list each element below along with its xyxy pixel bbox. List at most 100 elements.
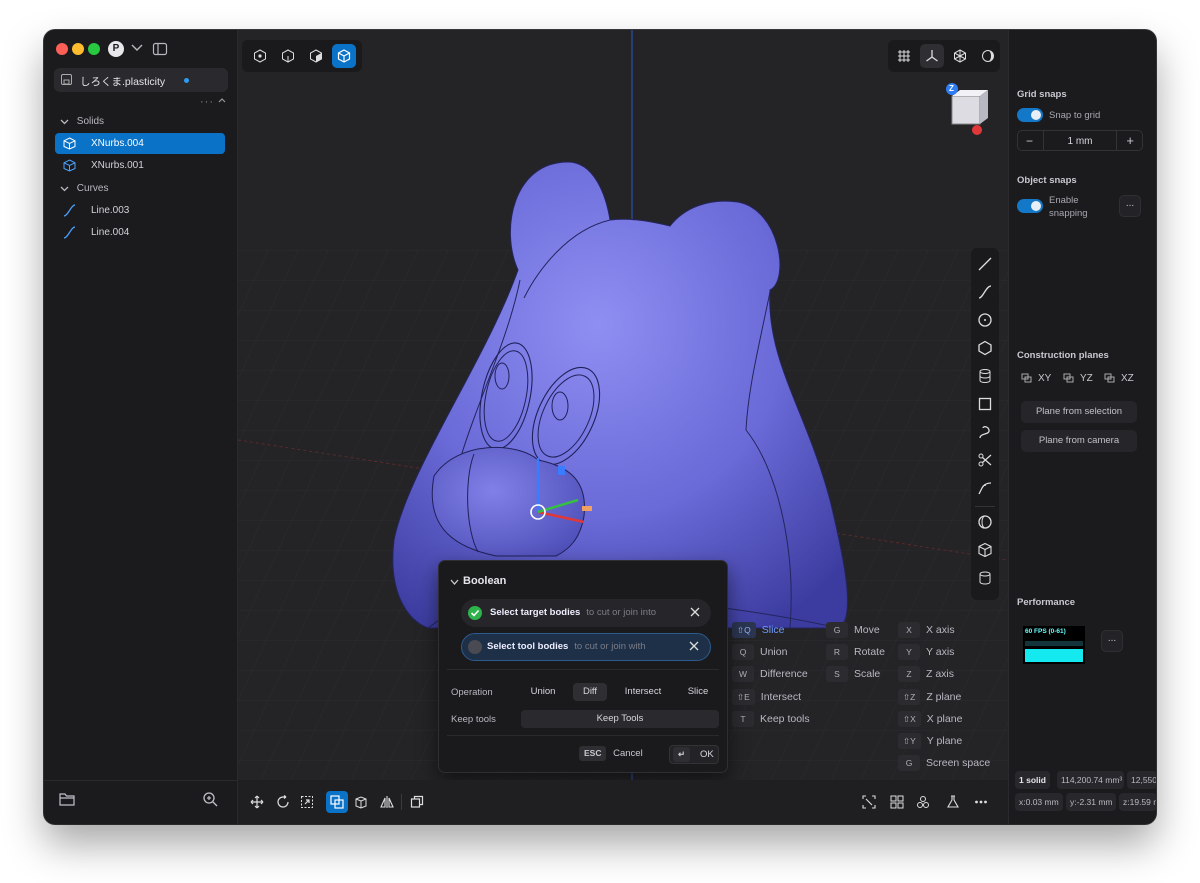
scissors-icon[interactable]: [977, 452, 993, 468]
operation-intersect[interactable]: Intersect: [617, 683, 669, 701]
face-select-button[interactable]: [304, 44, 328, 68]
keep-tools-button[interactable]: Keep Tools: [521, 710, 719, 728]
fps-bar: [1025, 649, 1083, 662]
cancel-button[interactable]: ESC Cancel: [579, 746, 643, 761]
mirror-icon: [380, 796, 394, 808]
ok-button[interactable]: ↵ OK: [669, 745, 719, 764]
plane-yz-button[interactable]: YZ: [1063, 373, 1093, 384]
plane-xy-button[interactable]: XY: [1021, 373, 1051, 384]
operation-union[interactable]: Union: [523, 683, 563, 701]
folder-icon[interactable]: [59, 792, 75, 806]
rotate-button[interactable]: [272, 791, 294, 813]
line-icon[interactable]: [977, 256, 993, 272]
grid-size-value[interactable]: 1 mm: [1018, 136, 1142, 147]
plane-label: XZ: [1121, 373, 1134, 384]
sphere-icon[interactable]: [977, 514, 993, 530]
zoom-window-button[interactable]: [88, 43, 100, 55]
sidebar-toggle-icon[interactable]: [152, 41, 168, 57]
cylinder-stack-icon[interactable]: [977, 368, 993, 384]
boolean-icon: [330, 795, 344, 809]
viewcube-axis-label[interactable]: Z: [949, 84, 954, 93]
3d-viewport[interactable]: Z ⇧Q Slice Q Union W Difference ⇧E Inter…: [238, 30, 1008, 824]
box-icon[interactable]: [977, 542, 993, 558]
layout-button[interactable]: [886, 791, 908, 813]
performance-more-button[interactable]: ...: [1101, 630, 1123, 652]
render-mode-button[interactable]: [976, 44, 1000, 68]
close-window-button[interactable]: [56, 43, 68, 55]
plane-from-selection-button[interactable]: Plane from selection: [1021, 401, 1137, 423]
duplicate-button[interactable]: [406, 791, 428, 813]
view-toolbar: [888, 40, 1000, 72]
more-icon[interactable]: ···: [200, 96, 214, 108]
solid-count-badge: 1 solid: [1015, 771, 1050, 789]
fillet-curve-icon[interactable]: [977, 480, 993, 496]
spiral-icon[interactable]: [977, 424, 993, 440]
divider: [447, 669, 719, 670]
solid-select-button[interactable]: [332, 44, 356, 68]
chevron-down-icon: [60, 186, 69, 192]
xray-toggle-button[interactable]: [948, 44, 972, 68]
grid-size-stepper[interactable]: − 1 mm +: [1017, 130, 1143, 151]
close-icon[interactable]: [688, 640, 700, 652]
flask-button[interactable]: [942, 791, 964, 813]
operation-slice[interactable]: Slice: [679, 683, 717, 701]
avatar[interactable]: P: [108, 41, 124, 57]
outliner-section-curves[interactable]: Curves: [60, 183, 108, 194]
divider: [447, 735, 719, 736]
tool-label: Select tool bodies: [487, 641, 569, 652]
nodes-button[interactable]: [912, 791, 934, 813]
outliner-item-xnurbs-001[interactable]: XNurbs.001: [55, 155, 225, 176]
plane-from-camera-button[interactable]: Plane from camera: [1021, 430, 1137, 452]
divider: [1116, 131, 1117, 150]
cylinder-icon[interactable]: [977, 570, 993, 586]
outliner-section-solids[interactable]: Solids: [60, 116, 104, 127]
operation-label: Operation: [451, 687, 493, 698]
axes-toggle-button[interactable]: [920, 44, 944, 68]
grid-toggle-button[interactable]: [892, 44, 916, 68]
more-button[interactable]: [970, 791, 992, 813]
minimize-window-button[interactable]: [72, 43, 84, 55]
shortcut-hint: R Rotate: [826, 644, 885, 661]
rectangle-icon[interactable]: [977, 396, 993, 412]
more-icon: [975, 800, 987, 804]
creation-toolbar: [971, 248, 999, 600]
bottom-toolbar: [238, 780, 1008, 824]
save-icon: [61, 74, 72, 85]
fit-view-button[interactable]: [858, 791, 880, 813]
polygon-icon[interactable]: [977, 340, 993, 356]
chevron-down-icon[interactable]: [130, 40, 144, 54]
enable-snapping-toggle[interactable]: [1017, 199, 1043, 213]
shortcut-hint: Z Z axis: [898, 666, 954, 683]
extrude-button[interactable]: [350, 791, 372, 813]
select-tool-bodies-field[interactable]: Select tool bodies to cut or join with: [461, 633, 711, 661]
snap-to-grid-toggle[interactable]: [1017, 108, 1043, 122]
outliner-item-xnurbs-004[interactable]: XNurbs.004: [55, 133, 225, 154]
plane-xz-button[interactable]: XZ: [1104, 373, 1134, 384]
increment-button[interactable]: +: [1126, 133, 1134, 148]
grid-icon: [898, 50, 910, 62]
zoom-in-icon[interactable]: [202, 791, 218, 807]
outliner-item-line-003[interactable]: Line.003: [55, 200, 225, 221]
scale-button[interactable]: [296, 791, 318, 813]
outliner-item-line-004[interactable]: Line.004: [55, 222, 225, 243]
vertex-select-button[interactable]: [248, 44, 272, 68]
shortcut-key: ⇧Y: [898, 733, 921, 749]
circle-icon[interactable]: [977, 312, 993, 328]
move-button[interactable]: [246, 791, 268, 813]
curve-icon[interactable]: [977, 284, 993, 300]
select-target-bodies-field[interactable]: Select target bodies to cut or join into: [461, 599, 711, 627]
close-icon[interactable]: [689, 606, 701, 618]
shortcut-label: Intersect: [760, 690, 802, 703]
chevron-up-icon[interactable]: [216, 94, 228, 106]
shortcut-hint: ⇧Z Z plane: [898, 688, 961, 705]
chevron-down-icon[interactable]: [450, 578, 459, 586]
mirror-button[interactable]: [376, 791, 398, 813]
object-snaps-more-button[interactable]: ...: [1119, 195, 1141, 217]
file-tab[interactable]: しろくま.plasticity: [54, 68, 228, 92]
plane-icon: [1104, 373, 1115, 383]
edge-select-button[interactable]: [276, 44, 300, 68]
shortcut-key: ⇧Q: [732, 622, 756, 638]
boolean-button[interactable]: [326, 791, 348, 813]
shortcut-label: Y plane: [926, 734, 963, 747]
operation-diff[interactable]: Diff: [573, 683, 607, 701]
